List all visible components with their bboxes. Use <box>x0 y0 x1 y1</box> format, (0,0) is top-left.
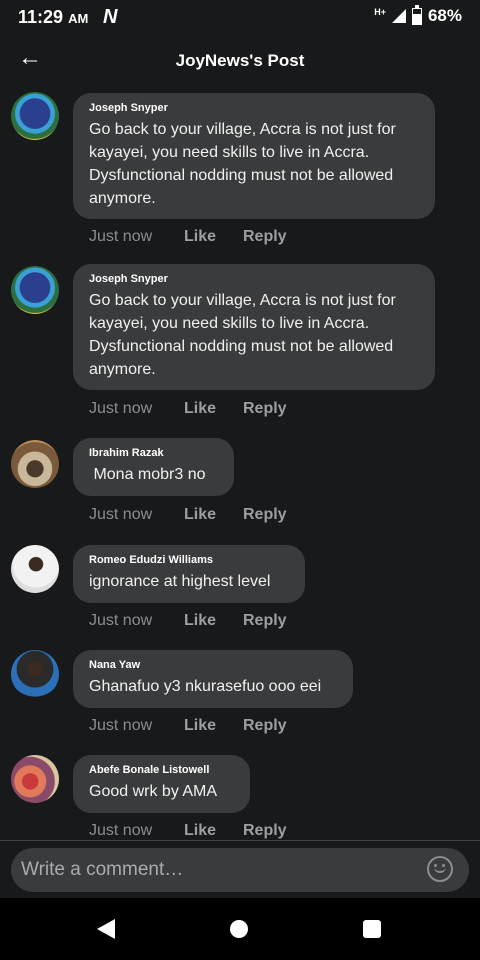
reply-button[interactable]: Reply <box>243 717 287 735</box>
comment-bubble[interactable]: Romeo Edudzi Williams ignorance at highe… <box>73 545 305 603</box>
comment-text: Go back to your village, Accra is not ju… <box>89 121 396 207</box>
comment-text: Ghanafuo y3 nkurasefuo ooo eei <box>89 678 322 695</box>
status-time-value: 11:29 <box>18 7 64 27</box>
post-header: ← JoyNews's Post <box>0 34 480 88</box>
avatar[interactable] <box>11 755 59 803</box>
emoji-icon[interactable] <box>427 856 453 882</box>
comment-author[interactable]: Ibrahim Razak <box>89 447 218 459</box>
home-circle-icon[interactable] <box>230 920 248 938</box>
comment-composer <box>0 840 480 899</box>
comment-actions: Just now Like Reply <box>89 400 287 418</box>
comment-time: Just now <box>89 400 153 417</box>
status-bar: 11:29 AM N H+ 68% <box>0 0 480 34</box>
comment-bubble[interactable]: Ibrahim Razak Mona mobr3 no <box>73 438 234 496</box>
avatar[interactable] <box>11 440 59 488</box>
recents-square-icon[interactable] <box>363 920 381 938</box>
battery-percent: 68% <box>427 6 462 25</box>
page-title: JoyNews's Post <box>175 51 305 70</box>
comment-time: Just now <box>89 506 153 523</box>
avatar[interactable] <box>11 650 59 698</box>
like-button[interactable]: Like <box>184 822 243 840</box>
network-icon: H+ <box>374 7 386 17</box>
battery-icon <box>411 4 422 25</box>
comment-time: Just now <box>89 612 153 629</box>
like-button[interactable]: Like <box>184 400 243 418</box>
comment-text: Mona mobr3 no <box>89 466 206 483</box>
reply-button[interactable]: Reply <box>243 612 287 630</box>
avatar[interactable] <box>11 92 59 140</box>
comment-bubble[interactable]: Joseph Snyper Go back to your village, A… <box>73 264 435 390</box>
comment-text: Go back to your village, Accra is not ju… <box>89 292 396 378</box>
back-triangle-icon[interactable] <box>97 919 115 939</box>
like-button[interactable]: Like <box>184 717 243 735</box>
reply-button[interactable]: Reply <box>243 506 287 524</box>
comment-time: Just now <box>89 717 153 734</box>
comment-bubble[interactable]: Joseph Snyper Go back to your village, A… <box>73 93 435 219</box>
avatar[interactable] <box>11 545 59 593</box>
comment-author[interactable]: Abefe Bonale Listowell <box>89 764 234 776</box>
like-button[interactable]: Like <box>184 228 243 246</box>
comment-time: Just now <box>89 822 153 839</box>
comment-time: Just now <box>89 228 153 245</box>
signal-icon <box>391 9 406 23</box>
like-button[interactable]: Like <box>184 506 243 524</box>
comment-actions: Just now Like Reply <box>89 822 287 840</box>
comment-input[interactable] <box>11 848 469 892</box>
system-nav-bar <box>0 898 480 960</box>
reply-button[interactable]: Reply <box>243 228 287 246</box>
status-indicators: H+ 68% <box>374 4 462 26</box>
comment-author[interactable]: Joseph Snyper <box>89 273 419 285</box>
status-time-ampm: AM <box>68 11 89 26</box>
reply-button[interactable]: Reply <box>243 400 287 418</box>
comment-actions: Just now Like Reply <box>89 717 287 735</box>
comment-text: Good wrk by AMA <box>89 783 218 800</box>
comment-actions: Just now Like Reply <box>89 506 287 524</box>
comment-actions: Just now Like Reply <box>89 228 287 246</box>
comment-text: ignorance at highest level <box>89 573 271 590</box>
n-app-icon: N <box>103 6 118 28</box>
avatar[interactable] <box>11 266 59 314</box>
comment-actions: Just now Like Reply <box>89 612 287 630</box>
comment-list[interactable]: Joseph Snyper Go back to your village, A… <box>0 88 480 840</box>
like-button[interactable]: Like <box>184 612 243 630</box>
comment-author[interactable]: Romeo Edudzi Williams <box>89 554 289 566</box>
reply-button[interactable]: Reply <box>243 822 287 840</box>
comment-bubble[interactable]: Abefe Bonale Listowell Good wrk by AMA <box>73 755 250 813</box>
status-time: 11:29 AM <box>18 7 88 28</box>
comment-author[interactable]: Nana Yaw <box>89 659 337 671</box>
comment-author[interactable]: Joseph Snyper <box>89 102 419 114</box>
comment-bubble[interactable]: Nana Yaw Ghanafuo y3 nkurasefuo ooo eei <box>73 650 353 708</box>
